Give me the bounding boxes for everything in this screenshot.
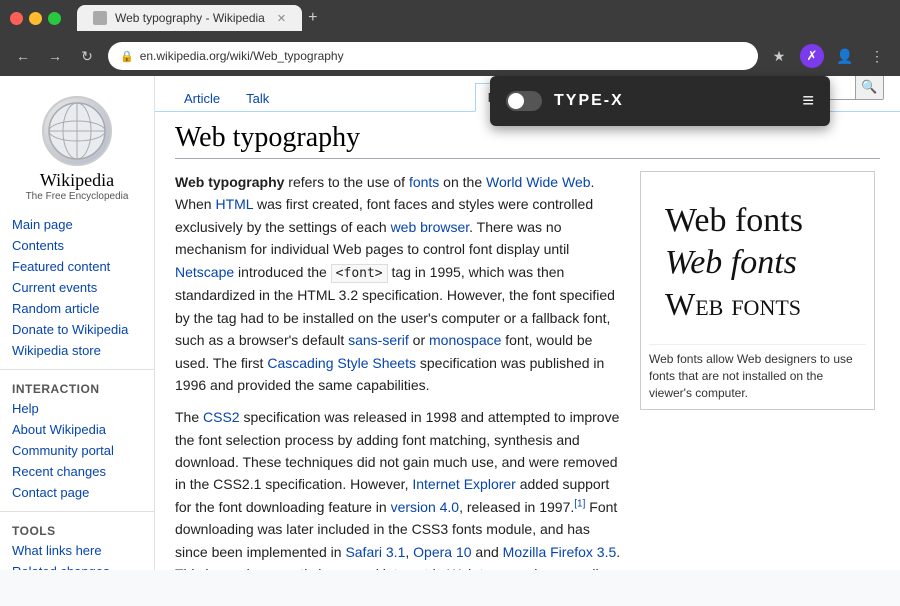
- bookmark-icon[interactable]: ★: [768, 45, 790, 67]
- sidebar-item-recent[interactable]: Recent changes: [0, 461, 154, 482]
- article-text: Web typography refers to the use of font…: [175, 171, 624, 570]
- sidebar-item-whatlinks[interactable]: What links here: [0, 540, 154, 561]
- browser-chrome: Web typography - Wikipedia ✕ +: [0, 0, 900, 36]
- sidebar-item-featured[interactable]: Featured content: [0, 256, 154, 277]
- sidebar-item-store[interactable]: Wikipedia store: [0, 340, 154, 361]
- web-fonts-line3: Web fonts: [665, 286, 801, 323]
- traffic-lights: [10, 12, 61, 25]
- new-tab-button[interactable]: +: [308, 9, 317, 27]
- account-icon[interactable]: 👤: [834, 45, 856, 67]
- typex-menu-button[interactable]: ≡: [802, 90, 814, 113]
- sidebar-item-community[interactable]: Community portal: [0, 440, 154, 461]
- intro-paragraph: Web typography refers to the use of font…: [175, 171, 624, 396]
- typex-overlay: TYPE-X ≡: [490, 76, 830, 126]
- typex-title: TYPE-X: [554, 92, 790, 110]
- address-bar[interactable]: 🔒 en.wikipedia.org/wiki/Web_typography: [108, 42, 758, 70]
- sidebar-item-main-page[interactable]: Main page: [0, 214, 154, 235]
- sidebar-item-random[interactable]: Random article: [0, 298, 154, 319]
- wiki-figure: Web fonts Web fonts Web fonts Web fonts …: [640, 171, 880, 570]
- typex-toggle[interactable]: [506, 91, 542, 111]
- wiki-logo: Wikipedia The Free Encyclopedia: [0, 86, 154, 210]
- sidebar-item-help[interactable]: Help: [0, 398, 154, 419]
- sidebar-divider-2: [0, 511, 154, 512]
- tab-bar: Web typography - Wikipedia ✕ +: [77, 5, 890, 31]
- figure-caption: Web fonts allow Web designers to use fon…: [649, 351, 866, 401]
- second-paragraph: The CSS2 specification was released in 1…: [175, 406, 624, 570]
- bold-intro: Web typography: [175, 174, 284, 190]
- link-opera[interactable]: Opera 10: [413, 544, 471, 560]
- maximize-button[interactable]: [48, 12, 61, 25]
- wiki-body: Web typography refers to the use of font…: [175, 171, 880, 570]
- link-safari[interactable]: Safari 3.1: [345, 544, 405, 560]
- wiki-main-content: Article Talk Read Edit View history 🔍 We…: [155, 76, 900, 570]
- link-firefox[interactable]: Mozilla Firefox 3.5: [503, 544, 617, 560]
- link-netscape[interactable]: Netscape: [175, 264, 234, 280]
- page-title: Web typography: [175, 122, 880, 159]
- link-webbrowser[interactable]: web browser: [391, 219, 470, 235]
- extension-icon[interactable]: ✗: [800, 44, 824, 68]
- sidebar-item-about[interactable]: About Wikipedia: [0, 419, 154, 440]
- wiki-wordmark: Wikipedia: [40, 170, 114, 191]
- link-www[interactable]: World Wide Web: [486, 174, 591, 190]
- sidebar-item-donate[interactable]: Donate to Wikipedia: [0, 319, 154, 340]
- code-font: <font>: [331, 264, 388, 283]
- tools-heading: Tools: [0, 520, 154, 540]
- lock-icon: 🔒: [120, 50, 134, 63]
- link-css2[interactable]: CSS2: [203, 409, 240, 425]
- footnote-1[interactable]: [1]: [574, 498, 585, 509]
- search-button[interactable]: 🔍: [855, 76, 883, 99]
- wiki-tagline: The Free Encyclopedia: [26, 191, 129, 202]
- tab-favicon: [93, 11, 107, 25]
- sidebar-nav: Main page Contents Featured content Curr…: [0, 210, 154, 365]
- back-button[interactable]: ←: [12, 45, 34, 67]
- forward-button[interactable]: →: [44, 45, 66, 67]
- toggle-knob: [508, 93, 524, 109]
- active-tab[interactable]: Web typography - Wikipedia ✕: [77, 5, 302, 31]
- web-fonts-line1: Web fonts: [665, 202, 803, 240]
- sidebar-item-current[interactable]: Current events: [0, 277, 154, 298]
- interaction-heading: Interaction: [0, 378, 154, 398]
- link-html[interactable]: HTML: [215, 196, 253, 212]
- sidebar-item-contact[interactable]: Contact page: [0, 482, 154, 503]
- sidebar-interaction: Interaction Help About Wikipedia Communi…: [0, 374, 154, 507]
- link-css[interactable]: Cascading Style Sheets: [267, 355, 416, 371]
- sidebar-item-contents[interactable]: Contents: [0, 235, 154, 256]
- link-ie[interactable]: Internet Explorer: [412, 476, 516, 492]
- link-version4[interactable]: version 4.0: [391, 499, 459, 515]
- wiki-article-content: Web typography Web typography refers to …: [155, 112, 900, 570]
- tab-title: Web typography - Wikipedia: [115, 11, 265, 25]
- sidebar-divider: [0, 369, 154, 370]
- url-text: en.wikipedia.org/wiki/Web_typography: [140, 49, 344, 63]
- address-bar-row: ← → ↻ 🔒 en.wikipedia.org/wiki/Web_typogr…: [0, 36, 900, 76]
- close-button[interactable]: [10, 12, 23, 25]
- link-fonts[interactable]: fonts: [409, 174, 439, 190]
- wiki-globe-logo: [42, 96, 112, 166]
- web-fonts-image: Web fonts Web fonts Web fonts: [649, 180, 866, 345]
- tab-talk[interactable]: Talk: [233, 84, 282, 112]
- wiki-page: Wikipedia The Free Encyclopedia Main pag…: [0, 76, 900, 570]
- reload-button[interactable]: ↻: [76, 45, 98, 67]
- tab-article[interactable]: Article: [171, 84, 233, 112]
- wiki-sidebar: Wikipedia The Free Encyclopedia Main pag…: [0, 76, 155, 570]
- web-fonts-box: Web fonts Web fonts Web fonts Web fonts …: [640, 171, 875, 410]
- link-sansserif[interactable]: sans-serif: [348, 332, 409, 348]
- web-fonts-line2: Web fonts: [665, 244, 797, 282]
- minimize-button[interactable]: [29, 12, 42, 25]
- sidebar-item-related[interactable]: Related changes: [0, 561, 154, 570]
- sidebar-tools: Tools What links here Related changes Up…: [0, 516, 154, 570]
- menu-icon[interactable]: ⋮: [866, 45, 888, 67]
- tab-close-button[interactable]: ✕: [277, 12, 286, 25]
- link-monospace[interactable]: monospace: [429, 332, 501, 348]
